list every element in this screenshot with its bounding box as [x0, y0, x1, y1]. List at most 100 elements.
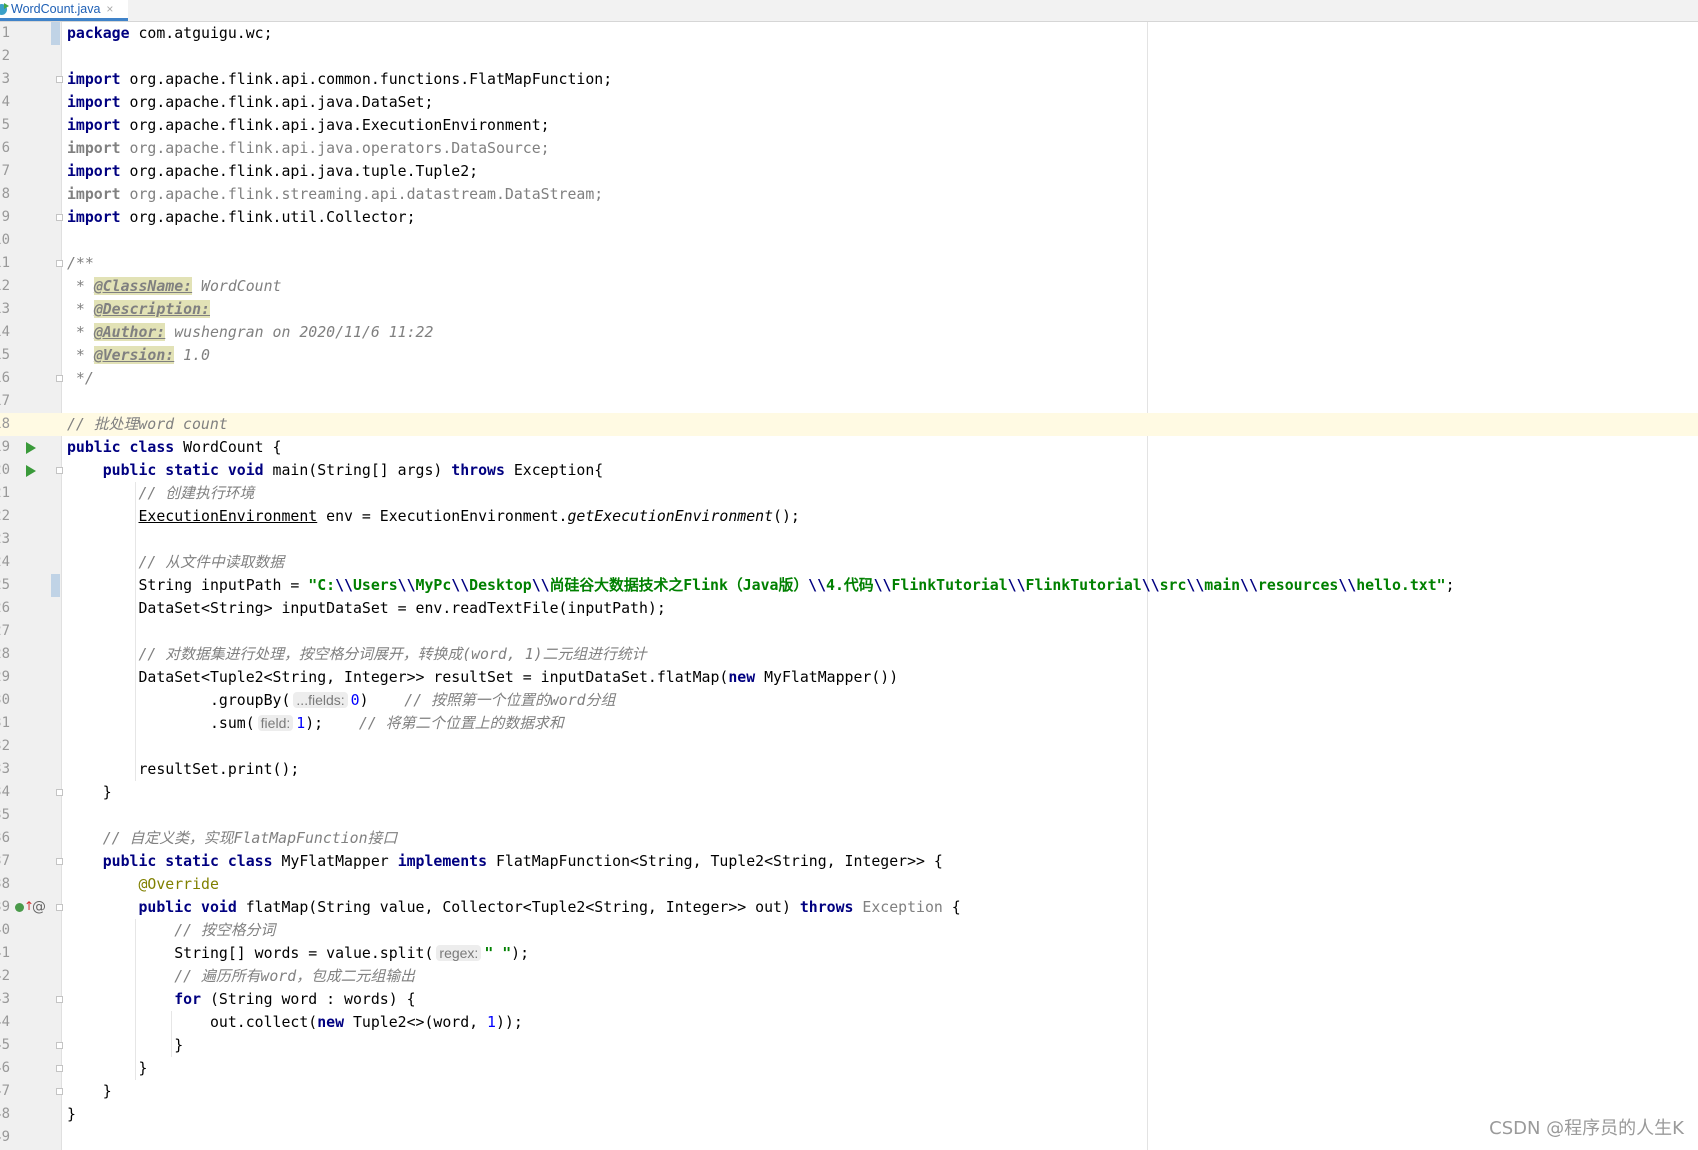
- code-line[interactable]: 33 resultSet.print();: [0, 758, 1698, 781]
- fold-icon[interactable]: [56, 858, 63, 865]
- code-line[interactable]: 22 ExecutionEnvironment env = ExecutionE…: [0, 505, 1698, 528]
- string-literal: main: [1204, 576, 1241, 594]
- code-text: DataSet<String> inputDataSet = env.readT…: [67, 597, 665, 620]
- implements-method-icon[interactable]: [15, 903, 24, 912]
- code-line[interactable]: 21 // 创建执行环境: [0, 482, 1698, 505]
- code-line[interactable]: 2: [0, 45, 1698, 68]
- code-line[interactable]: 34 }: [0, 781, 1698, 804]
- code-line[interactable]: 36 // 自定义类，实现FlatMapFunction接口: [0, 827, 1698, 850]
- tab-wordcount-java[interactable]: WordCount.java ×: [0, 0, 128, 21]
- code-line[interactable]: 12 * @ClassName: WordCount: [0, 275, 1698, 298]
- code-line[interactable]: 23: [0, 528, 1698, 551]
- code-line[interactable]: 15 * @Version: 1.0: [0, 344, 1698, 367]
- code-text: // 批处理word count: [67, 413, 228, 436]
- code-text: * @Version: 1.0: [67, 344, 210, 367]
- run-icon[interactable]: [26, 442, 36, 454]
- fold-icon[interactable]: [56, 260, 63, 267]
- code-line[interactable]: 3 import org.apache.flink.api.common.func…: [0, 68, 1698, 91]
- code-line[interactable]: 38 @Override: [0, 873, 1698, 896]
- line-number: 2: [1, 48, 10, 64]
- editor-tab-bar: WordCount.java ×: [0, 0, 1698, 22]
- change-marker[interactable]: [51, 574, 60, 597]
- code-line[interactable]: 10: [0, 229, 1698, 252]
- code-line[interactable]: 41 String[] words = value.split(regex:" …: [0, 942, 1698, 965]
- code-line[interactable]: 45 }: [0, 1034, 1698, 1057]
- code-token: ): [359, 691, 405, 709]
- code-line[interactable]: 43 for (String word : words) {: [0, 988, 1698, 1011]
- code-line[interactable]: 32: [0, 735, 1698, 758]
- code-text: * @ClassName: WordCount: [67, 275, 282, 298]
- code-line[interactable]: 14 * @Author: wushengran on 2020/11/6 11…: [0, 321, 1698, 344]
- code-token: }: [67, 1105, 76, 1123]
- code-line[interactable]: 6 import org.apache.flink.api.java.operat…: [0, 137, 1698, 160]
- code-line[interactable]: 18 // 批处理word count: [0, 413, 1698, 436]
- code-text: }: [67, 781, 112, 804]
- code-line[interactable]: 35: [0, 804, 1698, 827]
- fold-icon[interactable]: [56, 1065, 63, 1072]
- code-line[interactable]: 44 out.collect(new Tuple2<>(word, 1));: [0, 1011, 1698, 1034]
- code-line[interactable]: 28 // 对数据集进行处理，按空格分词展开，转换成(word, 1)二元组进行…: [0, 643, 1698, 666]
- doc-tag: @Description:: [93, 300, 210, 318]
- code-line[interactable]: 8 import org.apache.flink.streaming.api.d…: [0, 183, 1698, 206]
- code-text: import org.apache.flink.api.java.Executi…: [67, 114, 550, 137]
- code-line[interactable]: 31 .sum(field:1); // 将第二个位置上的数据求和: [0, 712, 1698, 735]
- code-line[interactable]: 5 import org.apache.flink.api.java.Execut…: [0, 114, 1698, 137]
- code-line[interactable]: 27: [0, 620, 1698, 643]
- code-line[interactable]: 47 }: [0, 1080, 1698, 1103]
- code-line[interactable]: 42 // 遍历所有word，包成二元组输出: [0, 965, 1698, 988]
- keyword: import: [67, 162, 121, 180]
- code-text: String inputPath = "C:\\Users\\MyPc\\Des…: [67, 574, 1454, 597]
- code-token: (String word : words) {: [201, 990, 416, 1008]
- code-line[interactable]: 11 /**: [0, 252, 1698, 275]
- code-line[interactable]: 48}: [0, 1103, 1698, 1126]
- doc-tag: @Author:: [93, 323, 166, 341]
- number-literal: 1: [487, 1013, 496, 1031]
- code-line[interactable]: 26 DataSet<String> inputDataSet = env.re…: [0, 597, 1698, 620]
- fold-icon[interactable]: [56, 76, 63, 83]
- keyword: public void: [138, 898, 237, 916]
- change-marker[interactable]: [51, 22, 60, 45]
- code-line[interactable]: 24 // 从文件中读取数据: [0, 551, 1698, 574]
- code-line[interactable]: 13 * @Description:: [0, 298, 1698, 321]
- code-line[interactable]: 1 package com.atguigu.wc;: [0, 22, 1698, 45]
- code-line[interactable]: 19 public class WordCount {: [0, 436, 1698, 459]
- fold-icon[interactable]: [56, 789, 63, 796]
- fold-icon[interactable]: [56, 467, 63, 474]
- code-token: ();: [773, 507, 800, 525]
- fold-icon[interactable]: [56, 1042, 63, 1049]
- code-line[interactable]: 7 import org.apache.flink.api.java.tuple.…: [0, 160, 1698, 183]
- code-line[interactable]: 29 DataSet<Tuple2<String, Integer>> resu…: [0, 666, 1698, 689]
- code-token: resultSet.print();: [67, 760, 300, 778]
- line-number: 28: [0, 646, 10, 662]
- code-line[interactable]: 17: [0, 390, 1698, 413]
- code-line[interactable]: 20 public static void main(String[] args…: [0, 459, 1698, 482]
- run-icon[interactable]: [26, 465, 36, 477]
- code-text: .groupBy(...fields: 0) // 按照第一个位置的word分组: [67, 689, 615, 712]
- code-line[interactable]: 40 // 按空格分词: [0, 919, 1698, 942]
- fold-icon[interactable]: [56, 904, 63, 911]
- code-line[interactable]: 49: [0, 1126, 1698, 1149]
- code-line[interactable]: 4 import org.apache.flink.api.java.DataSe…: [0, 91, 1698, 114]
- annotation-icon[interactable]: @: [32, 898, 46, 916]
- code-line[interactable]: 9 import org.apache.flink.util.Collector;: [0, 206, 1698, 229]
- code-line[interactable]: 30 .groupBy(...fields:0) // 按照第一个位置的word…: [0, 689, 1698, 712]
- code-line[interactable]: 25 String inputPath = "C:\\Users\\MyPc\\…: [0, 574, 1698, 597]
- fold-icon[interactable]: [56, 214, 63, 221]
- line-number: 38: [0, 876, 10, 892]
- code-token: env = ExecutionEnvironment.: [317, 507, 568, 525]
- code-token: flatMap(String value, Collector<Tuple2<S…: [236, 898, 800, 916]
- code-line[interactable]: 37 public static class MyFlatMapper impl…: [0, 850, 1698, 873]
- line-number: 14: [0, 324, 10, 340]
- fold-icon[interactable]: [56, 1088, 63, 1095]
- code-line[interactable]: 16 */: [0, 367, 1698, 390]
- code-text: */: [67, 367, 94, 390]
- code-line[interactable]: 46 }: [0, 1057, 1698, 1080]
- line-number: 24: [0, 554, 10, 570]
- code-line[interactable]: 39↑@ public void flatMap(String value, C…: [0, 896, 1698, 919]
- fold-icon[interactable]: [56, 375, 63, 382]
- fold-icon[interactable]: [56, 996, 63, 1003]
- close-tab-icon[interactable]: ×: [106, 2, 113, 16]
